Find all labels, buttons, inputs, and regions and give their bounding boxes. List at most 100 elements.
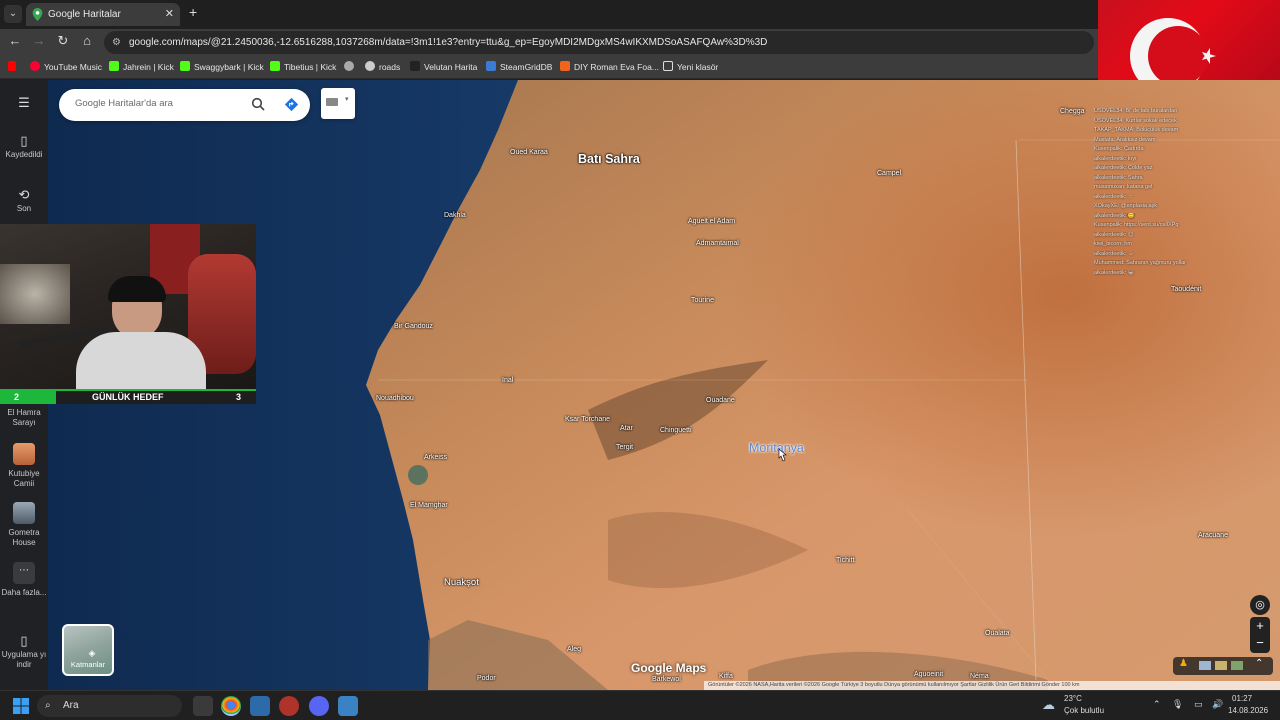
map-label-kiffa[interactable]: Kiffa <box>719 673 733 680</box>
recent-place-gometra[interactable]: Gometra House <box>0 502 48 548</box>
map-label-oualata[interactable]: Oualata <box>985 630 1010 637</box>
map-label-chegga[interactable]: Chegga <box>1060 108 1085 115</box>
chat-message: Kusenpalik: Çadırda <box>1094 146 1144 152</box>
maps-search-box[interactable]: Google Haritalar'da ara <box>59 89 310 121</box>
settings-app-icon[interactable] <box>250 696 270 716</box>
my-location-button[interactable]: ◎ <box>1250 595 1270 615</box>
home-icon[interactable]: ⌂ <box>78 33 96 48</box>
expand-icon[interactable]: ⌃ <box>1255 658 1263 669</box>
map-label-taoudenit[interactable]: Taoudénit <box>1171 286 1201 293</box>
map-label-nema[interactable]: Néma <box>970 673 989 680</box>
bookmark-swaggybark-kick[interactable]: Swaggybark | Kick <box>180 60 264 74</box>
chat-message: Mustafa: Aralıksız devam <box>1094 136 1156 143</box>
volume-icon[interactable]: 🔊 <box>1212 699 1223 710</box>
site-info-icon[interactable]: ⚙ <box>112 31 121 54</box>
layers-button[interactable]: ◈ Katmanlar <box>62 624 114 676</box>
thumbnail-photo-icon[interactable] <box>1215 661 1227 670</box>
tray-overflow-icon[interactable]: ⌃ <box>1153 699 1161 710</box>
stream-chat-overlay: USOVEL34: Bi' de tabi buralardan USOVEL3… <box>1094 108 1280 279</box>
chat-message: alkalerdeetik: Sahra <box>1094 174 1143 181</box>
map-label-aracuane[interactable]: Aracuane <box>1198 532 1228 539</box>
map-label-barkewol[interactable]: Barkewol <box>652 676 681 683</box>
reload-icon[interactable]: ↻ <box>54 33 72 49</box>
map-attribution[interactable]: Görüntüler ©2026 NASA,Harita verileri ©2… <box>704 681 1280 690</box>
microphone-icon[interactable]: 🎙 <box>1172 699 1183 710</box>
folder-icon <box>663 61 673 71</box>
back-icon[interactable]: ← <box>6 33 24 48</box>
recent-place-kutubiye[interactable]: Kutubiye Camii <box>0 443 48 489</box>
bookmark-youtube-music[interactable]: YouTube Music <box>30 60 102 74</box>
bookmark-yeni-klasor[interactable]: Yeni klasör <box>663 60 718 74</box>
chat-message: alkalerdeetik: 😊 <box>1094 231 1134 238</box>
map-label-oued-karaa[interactable]: Oued Karaa <box>510 149 548 156</box>
bookmark-roads[interactable]: roads <box>365 60 400 74</box>
directions-icon[interactable] <box>284 97 299 112</box>
map-label-podor[interactable]: Podor <box>477 675 496 682</box>
bookmark-steamgriddb[interactable]: SteamGridDB <box>486 60 552 74</box>
weather-temp[interactable]: 23°C <box>1064 694 1082 703</box>
bookmark-jahrein-kick[interactable]: Jahrein | Kick <box>109 60 174 74</box>
chrome-icon[interactable] <box>221 696 241 716</box>
search-input[interactable]: Google Haritalar'da ara <box>75 98 173 109</box>
tab-google-maps[interactable]: Google Haritalar ✕ <box>26 3 180 26</box>
recent-button[interactable]: ⟲ Son <box>0 188 48 214</box>
photos-app-icon[interactable] <box>338 696 358 716</box>
saved-button[interactable]: ▯ Kaydedildi <box>0 134 48 160</box>
map-label-dakhla[interactable]: Dakhla <box>444 212 466 219</box>
clock-time[interactable]: 01:27 <box>1232 694 1252 703</box>
thumbnail-photo-icon[interactable] <box>1231 661 1243 670</box>
recorder-app-icon[interactable] <box>279 696 299 716</box>
tab-close-icon[interactable]: ✕ <box>165 3 174 26</box>
map-label-ksar-torchane[interactable]: Ksar Torchane <box>565 416 610 423</box>
address-url: google.com/maps/@21.2450036,-12.6516288,… <box>129 37 768 48</box>
map-label-arkeiss[interactable]: Arkeiss <box>424 454 447 461</box>
search-icon[interactable] <box>251 97 265 111</box>
map-label-inal[interactable]: Inal <box>502 377 513 384</box>
forward-icon[interactable]: → <box>30 33 48 48</box>
discord-icon[interactable] <box>309 696 329 716</box>
map-label-el-mamghar[interactable]: El Mamghar <box>410 502 448 509</box>
bookmark-tibetius-kick[interactable]: Tibetius | Kick <box>270 60 336 74</box>
map-label-chinguetti[interactable]: Chinguetti <box>660 427 692 434</box>
map-label-tichitt[interactable]: Tichitt <box>836 557 854 564</box>
pegman-icon[interactable]: ♟ <box>1179 658 1188 669</box>
recent-place-el-hamra[interactable]: El Hamra Sarayı <box>0 408 48 428</box>
windows-start-icon[interactable] <box>13 698 29 714</box>
map-label-aguoeinit[interactable]: Aguoeinit <box>914 671 943 678</box>
tab-search-button[interactable]: ⌄ <box>4 5 22 23</box>
bookmark-diy-roman[interactable]: DIY Roman Eva Foa... <box>560 60 659 74</box>
taskbar-search[interactable]: ⌕ Ara <box>37 695 182 717</box>
bookmark-velutan-harita[interactable]: Velutan Harita <box>410 60 477 74</box>
bookmark-globe-icon[interactable] <box>344 60 358 74</box>
map-label-campel[interactable]: Campel <box>877 170 901 177</box>
more-button[interactable]: ⋯ Daha fazla... <box>0 562 48 598</box>
zoom-in-button[interactable]: + <box>1250 617 1270 635</box>
thumbnail-photo-icon[interactable] <box>1199 661 1211 670</box>
map-label-aguelt-el-adam[interactable]: Aguelt el Adam <box>688 218 735 225</box>
map-label-ouadane[interactable]: Ouadane <box>706 397 735 404</box>
map-label-tourine[interactable]: Tourine <box>691 297 714 304</box>
map-label-aleg[interactable]: Aleg <box>567 646 581 653</box>
address-bar[interactable]: ⚙ google.com/maps/@21.2450036,-12.651628… <box>104 31 1094 54</box>
map-label-tergit[interactable]: Tergit <box>616 444 633 451</box>
bookmark-youtube-icon[interactable] <box>8 60 20 74</box>
dropdown-arrow-icon[interactable]: ▾ <box>345 95 349 103</box>
steamgriddb-icon <box>486 61 496 71</box>
more-dots-icon: ⋯ <box>13 562 35 584</box>
weather-desc[interactable]: Çok bulutlu <box>1064 706 1104 715</box>
map-label-bir-gandouz[interactable]: Bir Gandouz <box>394 323 433 330</box>
download-app-button[interactable]: ▯ Uygulama yı indir <box>0 634 48 670</box>
map-label-nuaksot[interactable]: Nuakşot <box>444 577 479 588</box>
input-tools-button[interactable]: ▾ <box>321 88 355 119</box>
new-tab-button[interactable]: + <box>189 4 197 20</box>
network-icon[interactable]: ▭ <box>1194 699 1203 710</box>
map-label-atar[interactable]: Atar <box>620 425 633 432</box>
map-label-admamtaimal[interactable]: Admamtaimal <box>696 240 739 247</box>
map-label-bati-sahra[interactable]: Batı Sahra <box>578 152 640 166</box>
zoom-out-button[interactable]: − <box>1250 635 1270 653</box>
task-view-icon[interactable] <box>193 696 213 716</box>
menu-button[interactable]: ☰ <box>0 96 48 112</box>
map-label-nouadhibou[interactable]: Nouadhibou <box>376 395 414 402</box>
chat-message: XOkayXE: @enplasia aşk <box>1094 203 1158 209</box>
clock-date[interactable]: 14.08.2026 <box>1228 706 1268 715</box>
